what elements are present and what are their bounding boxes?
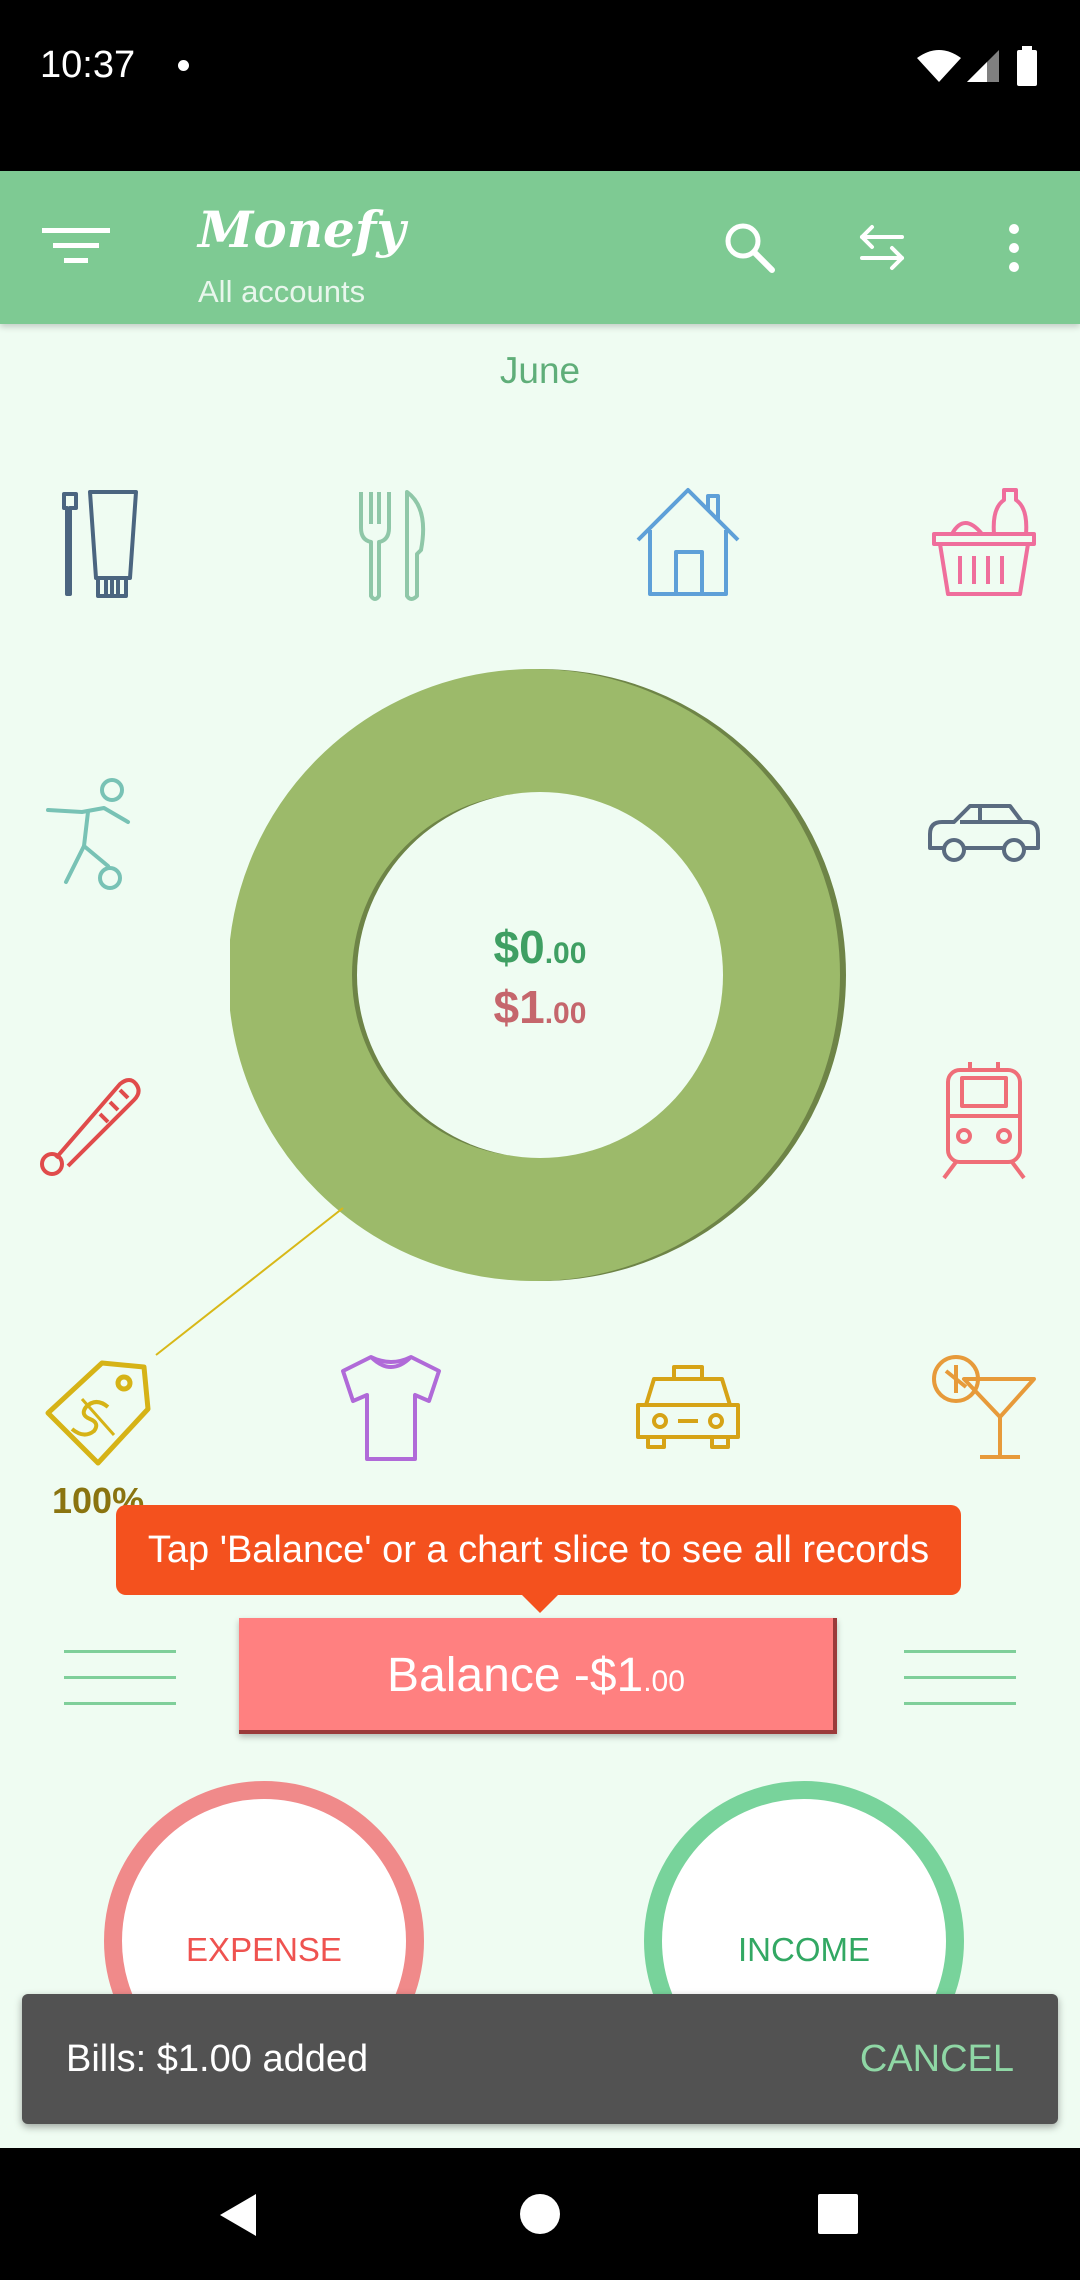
slice-leader-line <box>155 1207 344 1356</box>
car-icon[interactable] <box>914 762 1054 902</box>
transport-icon[interactable] <box>914 1050 1054 1190</box>
more-vert-icon[interactable] <box>1004 222 1024 274</box>
wifi-icon <box>917 50 961 82</box>
snackbar-message: Bills: $1.00 added <box>66 2038 369 2080</box>
toiletry-icon[interactable] <box>26 472 166 612</box>
transfer-icon[interactable] <box>856 222 908 272</box>
taxi-icon[interactable] <box>618 1335 758 1475</box>
entertainment-icon[interactable] <box>914 1335 1054 1475</box>
health-icon[interactable] <box>26 1050 166 1190</box>
back-icon[interactable] <box>216 2192 262 2238</box>
battery-icon <box>1017 46 1037 86</box>
groceries-icon[interactable] <box>914 472 1054 612</box>
balance-button[interactable]: Balance -$1.00 <box>239 1618 837 1734</box>
tooltip-arrow <box>522 1595 558 1613</box>
filter-menu-icon[interactable] <box>42 224 112 266</box>
income-list-icon[interactable] <box>904 1650 1016 1706</box>
search-icon[interactable] <box>722 220 776 274</box>
expense-total: $1.00 <box>493 981 587 1033</box>
snackbar-cancel-button[interactable]: CANCEL <box>860 2038 1014 2081</box>
app-title: Monefy <box>198 200 406 259</box>
status-time: 10:37 <box>40 44 136 86</box>
hint-tooltip[interactable]: Tap 'Balance' or a chart slice to see al… <box>116 1505 961 1595</box>
home-icon[interactable] <box>518 2192 562 2236</box>
expense-donut-chart[interactable] <box>230 665 850 1285</box>
expense-list-icon[interactable] <box>64 1650 176 1706</box>
account-selector[interactable]: All accounts <box>198 274 365 310</box>
snackbar: Bills: $1.00 added CANCEL <box>22 1994 1058 2124</box>
eating-out-icon[interactable] <box>321 472 461 612</box>
income-total: $0.00 <box>493 921 587 973</box>
donut-hole <box>357 792 723 1158</box>
sports-icon[interactable] <box>26 762 166 902</box>
navigation-bar <box>0 2148 1080 2280</box>
notification-dot-icon <box>178 60 189 71</box>
cell-signal-icon <box>967 50 999 82</box>
status-bar: 10:37 <box>0 0 1080 171</box>
recents-icon[interactable] <box>816 2192 860 2236</box>
clothes-icon[interactable] <box>321 1335 461 1475</box>
app-bar <box>0 171 1080 324</box>
bills-icon[interactable] <box>26 1335 166 1475</box>
house-icon[interactable] <box>618 472 758 612</box>
month-label[interactable]: June <box>0 350 1080 392</box>
